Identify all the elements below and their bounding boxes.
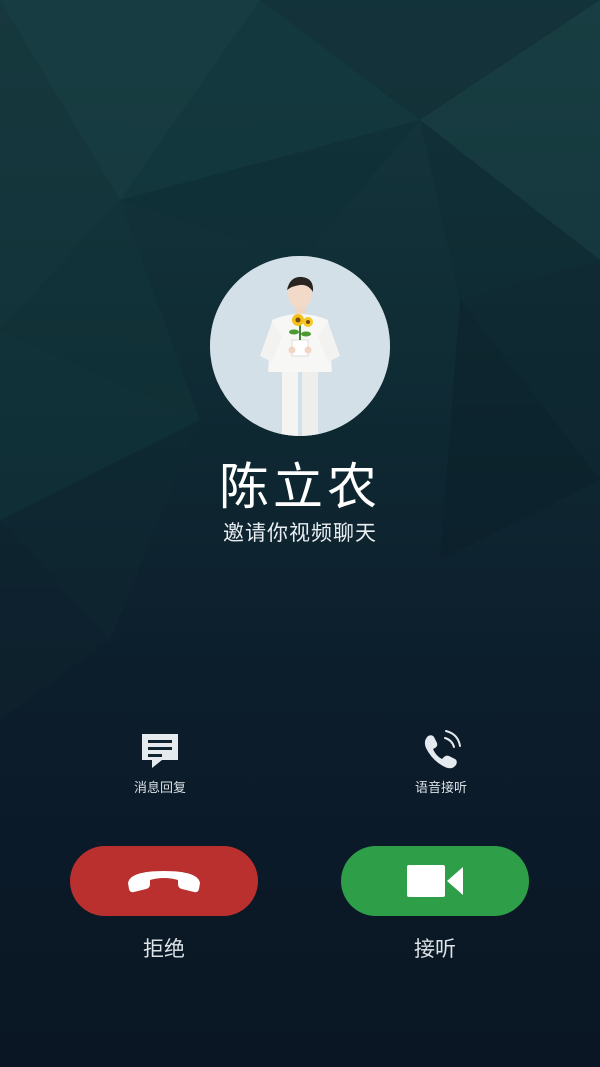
hang-up-icon (128, 871, 200, 893)
video-camera-icon (407, 865, 463, 897)
call-status-text: 邀请你视频聊天 (223, 521, 377, 545)
caller-avatar (210, 256, 390, 436)
message-reply-label: 消息回复 (133, 781, 186, 796)
decline-call-button[interactable] (70, 846, 258, 916)
caller-name: 陈立农 (219, 458, 381, 516)
accept-video-call-button[interactable] (341, 846, 529, 916)
accept-label: 接听 (414, 937, 456, 961)
decline-label: 拒绝 (143, 937, 185, 961)
message-reply-button[interactable]: 消息回复 (100, 728, 220, 804)
voice-answer-button[interactable]: 语音接听 (381, 728, 501, 804)
caller-photo (210, 256, 390, 436)
phone-handset-icon (424, 730, 461, 769)
message-bubble-icon (142, 734, 178, 768)
voice-answer-label: 语音接听 (414, 781, 467, 796)
